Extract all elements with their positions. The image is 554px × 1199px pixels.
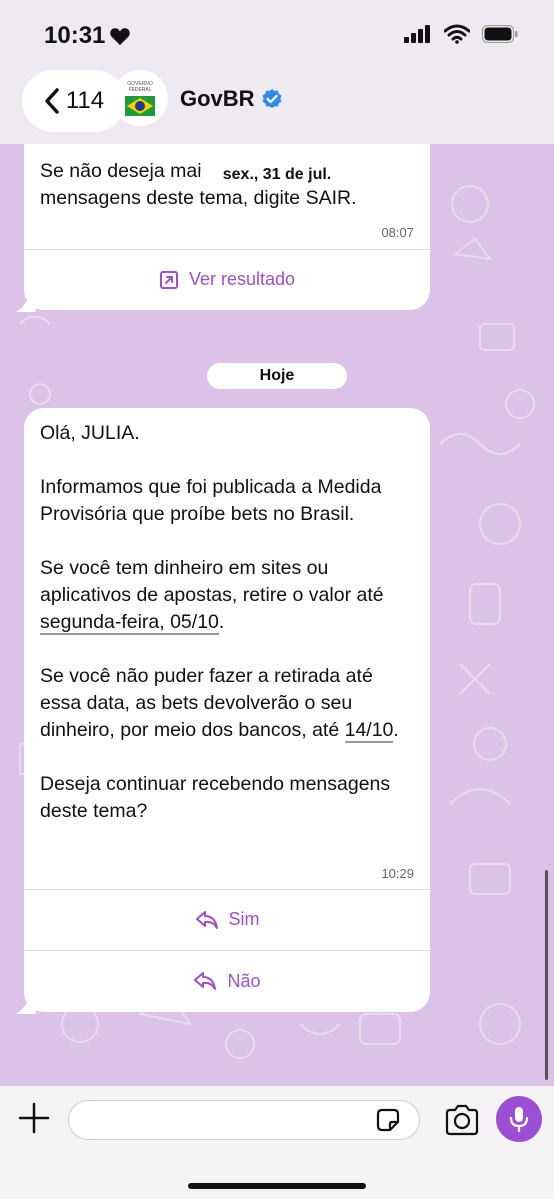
reply-arrow-icon <box>195 910 218 929</box>
reply-yes-button[interactable]: Sim <box>24 889 430 950</box>
contact-name[interactable]: GovBR <box>180 86 283 112</box>
avatar-label-line2: FEDERAL <box>128 86 152 93</box>
message-bubble-current: Olá, JULIA. Informamos que foi publicada… <box>16 408 430 1014</box>
heart-icon <box>110 28 131 46</box>
paragraph-question: Deseja continuar recebendo mensagens des… <box>40 773 391 822</box>
plus-icon[interactable] <box>18 1102 50 1134</box>
message-timestamp: 08:07 <box>381 225 414 240</box>
scrollbar[interactable] <box>545 870 548 1080</box>
microphone-icon <box>509 1107 529 1133</box>
paragraph-withdraw: Se você tem dinheiro em sites ou aplicat… <box>40 557 384 635</box>
chevron-left-icon <box>45 88 59 114</box>
verified-badge-icon <box>262 89 282 109</box>
cellular-signal-icon <box>404 25 430 43</box>
previous-message-line2: mensagens deste tema, digite SAIR. <box>40 187 357 209</box>
sticker-icon[interactable] <box>374 1106 402 1134</box>
battery-icon <box>482 25 518 43</box>
date-chip-previous: sex., 31 de jul. <box>200 162 354 188</box>
greeting-text: Olá, JULIA. <box>40 422 140 444</box>
date-link-deadline[interactable]: segunda-feira, 05/10 <box>40 611 219 635</box>
status-bar: 10:31 <box>0 0 554 62</box>
paragraph-refund: Se você não puder fazer a retirada até e… <box>40 665 399 743</box>
clock-text: 10:31 <box>44 22 106 49</box>
date-link-refund[interactable]: 14/10 <box>344 719 394 743</box>
view-result-label: Ver resultado <box>188 269 296 289</box>
contact-name-text: GovBR <box>180 86 255 111</box>
external-link-icon <box>159 270 178 289</box>
message-composer <box>0 1086 554 1199</box>
voice-record-button[interactable] <box>496 1096 542 1142</box>
date-chip-today: Hoje <box>207 363 347 389</box>
reply-yes-label: Sim <box>228 909 260 929</box>
brazil-flag-icon <box>125 95 155 116</box>
current-message-text: Olá, JULIA. Informamos que foi publicada… <box>24 420 430 825</box>
view-result-button[interactable]: Ver resultado <box>24 249 430 310</box>
reply-arrow-icon <box>194 972 217 990</box>
status-time: 10:31 <box>44 22 131 50</box>
reply-no-button[interactable]: Não <box>24 950 430 1012</box>
home-indicator[interactable] <box>188 1183 366 1189</box>
message-timestamp: 10:29 <box>381 866 414 881</box>
chat-header: 114 GOVERNO FEDERAL GovBR <box>0 62 554 144</box>
chat-area[interactable]: Se não deseja mais receber mensagens des… <box>0 144 554 1086</box>
status-icons <box>404 24 518 44</box>
camera-icon[interactable] <box>444 1104 480 1136</box>
contact-avatar[interactable]: GOVERNO FEDERAL <box>112 70 168 126</box>
paragraph-announcement: Informamos que foi publicada a Medida Pr… <box>40 476 382 525</box>
reply-no-label: Não <box>227 970 261 991</box>
unread-count: 114 <box>65 87 105 114</box>
wifi-icon <box>444 24 470 44</box>
back-button[interactable]: 114 <box>22 70 126 132</box>
message-input[interactable] <box>68 1100 420 1140</box>
